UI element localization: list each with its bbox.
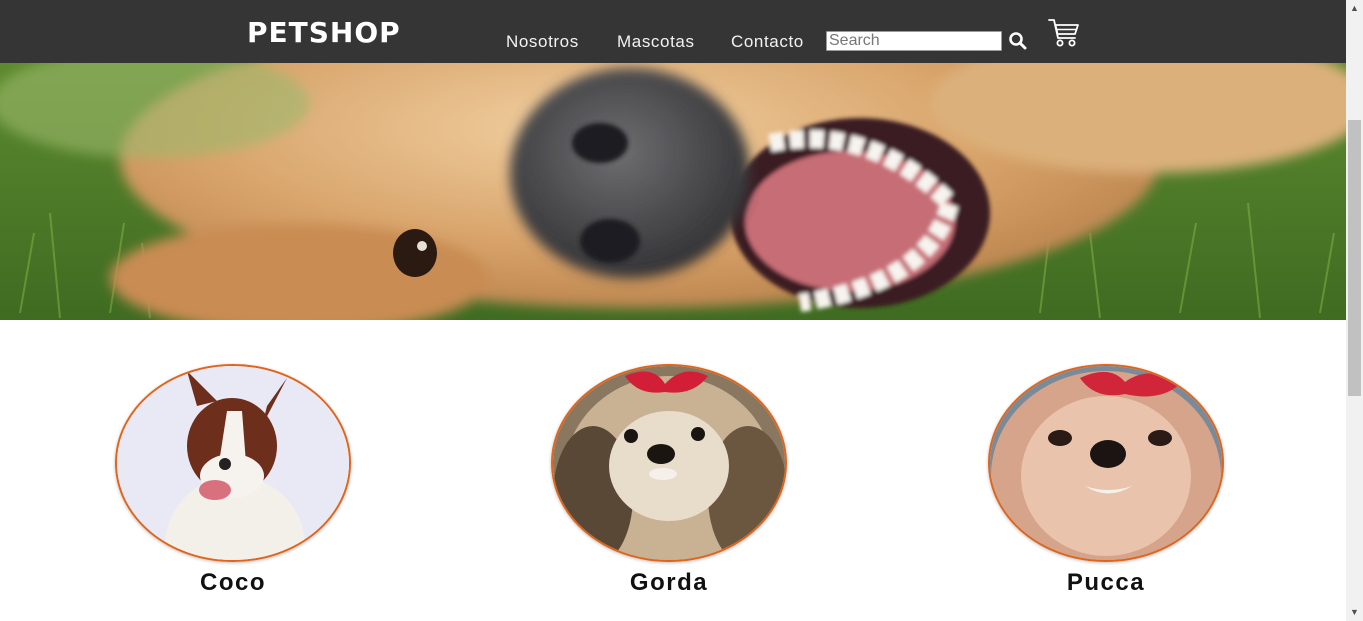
pet-name[interactable]: Gorda [551, 569, 787, 597]
scroll-down-arrow-icon[interactable]: ▼ [1346, 604, 1363, 621]
scroll-up-arrow-icon[interactable]: ▲ [1346, 0, 1363, 17]
nav-nosotros[interactable]: Nosotros [506, 32, 579, 52]
search-icon[interactable] [1008, 31, 1028, 51]
nav-mascotas[interactable]: Mascotas [617, 32, 695, 52]
pet-card-coco[interactable]: Coco [115, 364, 351, 597]
nav-contacto[interactable]: Contacto [731, 32, 804, 52]
pet-photo[interactable] [551, 364, 787, 562]
top-navbar: PETSHOP Nosotros Mascotas Contacto [0, 0, 1346, 63]
page: PETSHOP Nosotros Mascotas Contacto Searc… [0, 0, 1346, 621]
cart-icon[interactable] [1047, 16, 1081, 48]
search-input[interactable] [826, 31, 1002, 51]
vertical-scrollbar[interactable]: ▲ ▼ [1346, 0, 1363, 621]
scrollbar-thumb[interactable] [1348, 120, 1361, 396]
pet-photo[interactable] [988, 364, 1224, 562]
hero-banner-image [0, 63, 1346, 320]
brand-logo[interactable]: PETSHOP [247, 16, 401, 49]
pet-card-gorda[interactable]: Gorda [551, 364, 787, 597]
pet-name[interactable]: Coco [115, 569, 351, 597]
pet-card-pucca[interactable]: Pucca [988, 364, 1224, 597]
pet-photo[interactable] [115, 364, 351, 562]
pet-name[interactable]: Pucca [988, 569, 1224, 597]
